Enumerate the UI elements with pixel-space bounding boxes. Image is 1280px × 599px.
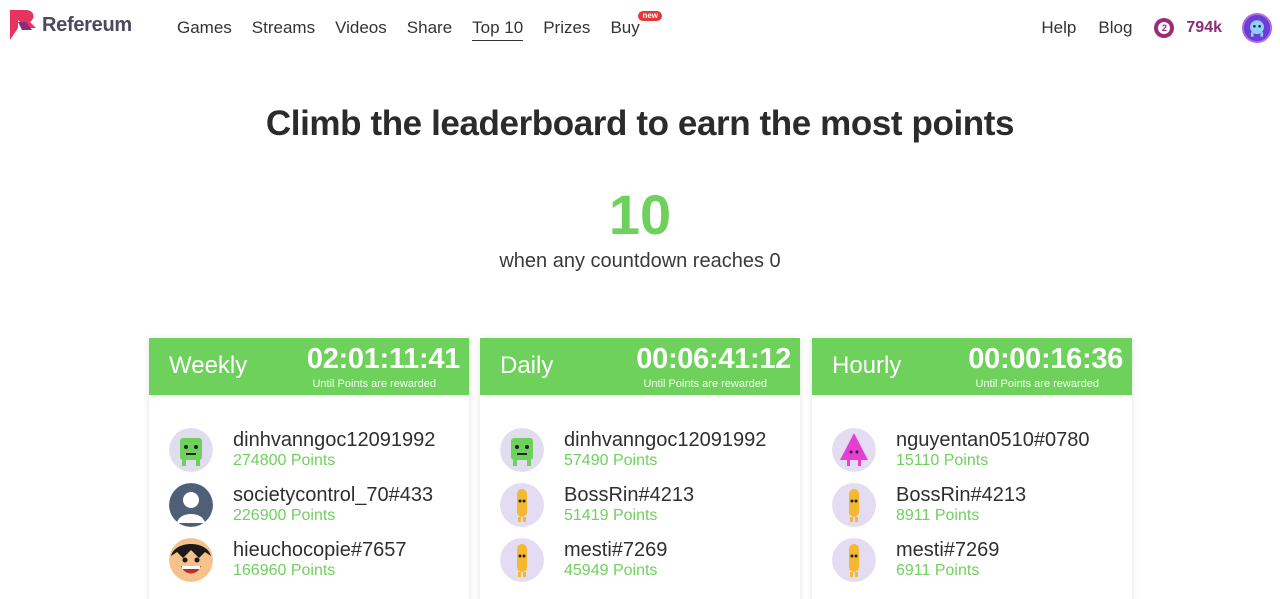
player-points: 226900 Points <box>233 507 336 524</box>
player-name: nguyentan0510#0780 <box>896 429 1090 451</box>
player-name: dinhvanngoc12091992 <box>233 429 436 451</box>
coin-symbol: 2 <box>1158 22 1171 34</box>
player-points: 57490 Points <box>564 452 658 469</box>
player-points: 6911 Points <box>896 562 980 579</box>
page-title: Climb the leaderboard to earn the most p… <box>265 104 1015 143</box>
player-name: BossRin#4213 <box>564 484 695 506</box>
nav-videos[interactable]: Videos <box>335 16 387 41</box>
leaderboard-entry[interactable]: dinhvanngoc12091992 274800 Points <box>169 428 435 483</box>
leaderboard-entry[interactable]: BossRin#4213 8911 Points <box>832 483 1090 538</box>
points-value: 794k <box>1186 19 1222 36</box>
refereum-coin-icon: 2 <box>1154 18 1175 38</box>
leaderboard-weekly: Weekly 02:01:11:41 Until Points are rewa… <box>149 338 469 599</box>
player-name: mesti#7269 <box>896 539 1000 561</box>
leaderboard-entry[interactable]: societycontrol_70#433 226900 Points <box>169 483 435 538</box>
countdown-subtitle: when any countdown reaches 0 <box>499 250 781 272</box>
winners-count: 10 <box>608 183 672 246</box>
countdown-note: Until Points are rewarded <box>975 378 1099 390</box>
green-block-avatar-icon <box>500 428 544 472</box>
nav-buy[interactable]: Buy new <box>610 11 662 41</box>
nav-help[interactable]: Help <box>1041 18 1076 38</box>
player-name: mesti#7269 <box>564 539 668 561</box>
nav-streams[interactable]: Streams <box>252 16 315 41</box>
countdown-note: Until Points are rewarded <box>312 378 436 390</box>
refereum-logo-icon <box>10 10 36 40</box>
green-block-avatar-icon <box>169 428 213 472</box>
countdown-timer: 00:00:16:36 <box>968 343 1123 375</box>
yellow-stick-avatar-icon <box>832 538 876 582</box>
yellow-stick-avatar-icon <box>500 483 544 527</box>
player-name: hieuchocopie#7657 <box>233 539 407 561</box>
leaderboard-name: Weekly <box>169 352 248 379</box>
leaderboard-hourly: Hourly 00:00:16:36 Until Points are rewa… <box>812 338 1132 599</box>
user-avatar-icon <box>1244 15 1270 41</box>
leaderboard-entry[interactable]: mesti#7269 45949 Points <box>500 538 766 593</box>
default-person-avatar-icon <box>169 483 213 527</box>
refereum-logo[interactable]: Refereum <box>8 8 132 42</box>
player-points: 15110 Points <box>896 452 989 469</box>
yellow-stick-avatar-icon <box>832 483 876 527</box>
leaderboard-daily: Daily 00:06:41:12 Until Points are rewar… <box>480 338 800 599</box>
leaderboard-name: Hourly <box>832 352 902 379</box>
nav-buy-label: Buy <box>610 18 640 37</box>
nav-blog[interactable]: Blog <box>1098 18 1132 38</box>
player-name: societycontrol_70#433 <box>233 484 434 506</box>
yellow-stick-avatar-icon <box>500 538 544 582</box>
leaderboard-header: Hourly 00:00:16:36 Until Points are rewa… <box>812 338 1132 395</box>
player-points: 166960 Points <box>233 562 336 579</box>
player-points: 45949 Points <box>564 562 658 579</box>
pink-triangle-avatar-icon <box>832 428 876 472</box>
right-nav: Help Blog 2 794k <box>1041 12 1280 44</box>
leaderboard-entries: dinhvanngoc12091992 57490 Points BossRin… <box>500 428 766 593</box>
leaderboard-header: Daily 00:06:41:12 Until Points are rewar… <box>480 338 800 395</box>
countdown-timer: 00:06:41:12 <box>636 343 791 375</box>
main-nav: Games Streams Videos Share Top 10 Prizes… <box>177 11 662 41</box>
nav-prizes[interactable]: Prizes <box>543 16 590 41</box>
leaderboard-entries: dinhvanngoc12091992 274800 Points societ… <box>169 428 435 593</box>
leaderboard-entry[interactable]: dinhvanngoc12091992 57490 Points <box>500 428 766 483</box>
leaderboard-entry[interactable]: hieuchocopie#7657 166960 Points <box>169 538 435 593</box>
leaderboard-name: Daily <box>500 352 554 379</box>
player-points: 51419 Points <box>564 507 658 524</box>
nav-games[interactable]: Games <box>177 16 232 41</box>
player-points: 8911 Points <box>896 507 980 524</box>
player-name: BossRin#4213 <box>896 484 1027 506</box>
new-badge: new <box>638 11 662 21</box>
cartoon-face-avatar-icon <box>169 538 213 582</box>
points-balance[interactable]: 2 794k <box>1154 18 1222 38</box>
leaderboard-entry[interactable]: nguyentan0510#0780 15110 Points <box>832 428 1090 483</box>
leaderboard-entries: nguyentan0510#0780 15110 Points BossRin#… <box>832 428 1090 593</box>
player-name: dinhvanngoc12091992 <box>564 429 767 451</box>
player-points: 274800 Points <box>233 452 336 469</box>
countdown-timer: 02:01:11:41 <box>306 343 460 375</box>
user-avatar[interactable] <box>1242 13 1272 43</box>
top-navigation-bar: Refereum Games Streams Videos Share Top … <box>0 0 1280 56</box>
brand-name: Refereum <box>42 13 132 36</box>
countdown-note: Until Points are rewarded <box>643 378 767 390</box>
leaderboard-entry[interactable]: mesti#7269 6911 Points <box>832 538 1090 593</box>
nav-top-10[interactable]: Top 10 <box>472 16 524 41</box>
leaderboard-header: Weekly 02:01:11:41 Until Points are rewa… <box>149 338 469 395</box>
leaderboard-entry[interactable]: BossRin#4213 51419 Points <box>500 483 766 538</box>
nav-share[interactable]: Share <box>407 16 452 41</box>
